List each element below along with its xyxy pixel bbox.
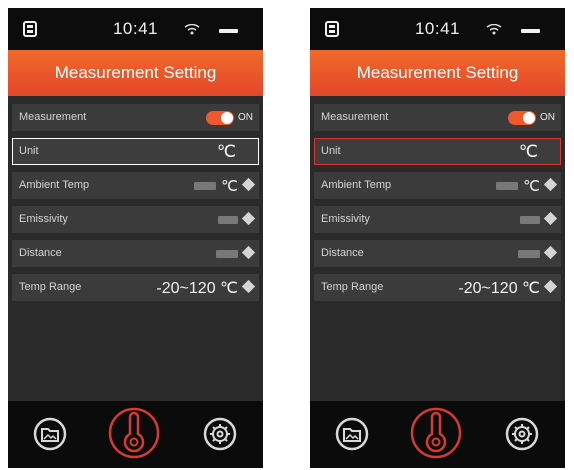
adjust-icon[interactable] [543,245,558,260]
unit-value: ℃ [216,142,236,161]
measurement-toggle[interactable] [508,111,536,125]
setting-temp-range[interactable]: Temp Range -20~120 ℃ [12,274,259,301]
status-bar: 10:41 [310,8,565,50]
ambient-temp-unit: ℃ [221,178,238,195]
bottom-nav [8,401,263,468]
thermometer-icon[interactable] [410,407,462,459]
emissivity-value [520,216,540,224]
signal-bar-icon [219,29,238,33]
emissivity-value [218,216,238,224]
distance-value [518,250,540,258]
temp-range-value: -20~120 ℃ [156,280,238,297]
ambient-temp-unit: ℃ [523,178,540,195]
toggle-state: ON [238,112,253,123]
setting-measurement[interactable]: Measurement ON [314,104,561,131]
status-bar: 10:41 [8,8,263,50]
thermometer-icon[interactable] [108,407,160,459]
phone-screen-left: 10:41 Measurement Setting Measurement ON… [8,8,263,468]
setting-unit[interactable]: Unit ℃ [314,138,561,165]
setting-unit[interactable]: Unit ℃ [12,138,259,165]
adjust-icon[interactable] [241,177,256,192]
wifi-icon [486,24,502,35]
setting-ambient-temp[interactable]: Ambient Temp ℃ [12,172,259,199]
distance-value [216,250,238,258]
settings-list: Measurement ON Unit ℃ Ambient Temp ℃ Emi… [314,104,561,308]
setting-ambient-temp[interactable]: Ambient Temp ℃ [314,172,561,199]
adjust-icon[interactable] [543,211,558,226]
page-title: Measurement Setting [310,50,565,96]
folder-image-icon[interactable] [33,417,67,451]
setting-label: Measurement [19,111,87,123]
gear-icon[interactable] [203,417,237,451]
setting-label: Temp Range [19,281,82,293]
page-title: Measurement Setting [8,50,263,96]
unit-value: ℃ [518,142,538,161]
gear-icon[interactable] [505,417,539,451]
setting-label: Unit [321,145,341,157]
measurement-toggle[interactable] [206,111,234,125]
setting-label: Unit [19,145,39,157]
setting-label: Temp Range [321,281,384,293]
temp-range-value: -20~120 ℃ [458,280,540,297]
phone-screen-right: 10:41 Measurement Setting Measurement ON… [310,8,565,468]
setting-measurement[interactable]: Measurement ON [12,104,259,131]
adjust-icon[interactable] [543,177,558,192]
adjust-icon[interactable] [543,279,558,294]
setting-label: Measurement [321,111,389,123]
setting-distance[interactable]: Distance [314,240,561,267]
folder-image-icon[interactable] [335,417,369,451]
toggle-state: ON [540,112,555,123]
ambient-temp-value [496,182,518,190]
wifi-icon [184,24,200,35]
signal-bar-icon [521,29,540,33]
setting-label: Ambient Temp [321,179,392,191]
setting-distance[interactable]: Distance [12,240,259,267]
setting-temp-range[interactable]: Temp Range -20~120 ℃ [314,274,561,301]
setting-label: Distance [321,247,364,259]
setting-label: Emissivity [321,213,370,225]
setting-label: Ambient Temp [19,179,90,191]
toggle-knob [523,112,535,124]
setting-emissivity[interactable]: Emissivity [314,206,561,233]
adjust-icon[interactable] [241,245,256,260]
adjust-icon[interactable] [241,211,256,226]
setting-label: Distance [19,247,62,259]
ambient-temp-value [194,182,216,190]
setting-emissivity[interactable]: Emissivity [12,206,259,233]
adjust-icon[interactable] [241,279,256,294]
setting-label: Emissivity [19,213,68,225]
bottom-nav [310,401,565,468]
toggle-knob [221,112,233,124]
settings-list: Measurement ON Unit ℃ Ambient Temp ℃ Emi… [12,104,259,308]
